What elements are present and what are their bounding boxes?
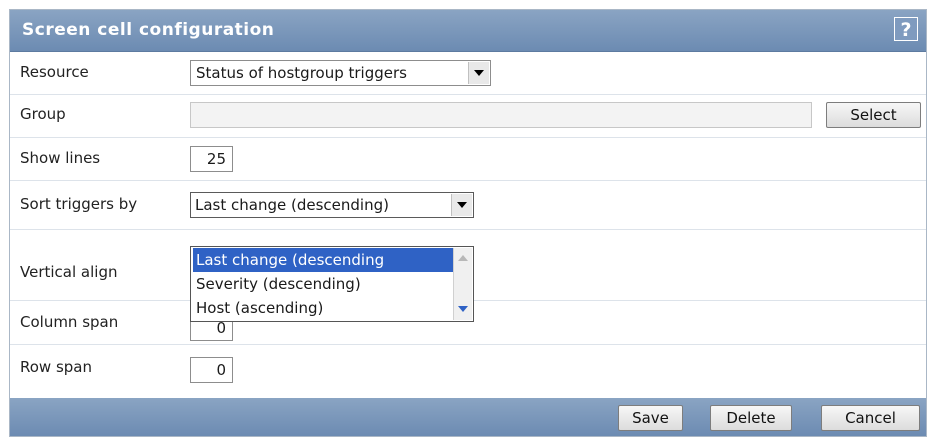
group-field[interactable] <box>190 102 812 128</box>
row-span-label: Row span <box>20 358 92 376</box>
resource-label: Resource <box>20 63 89 81</box>
group-row: Group Select <box>10 95 926 137</box>
group-select-button[interactable]: Select <box>826 102 921 128</box>
sort-triggers-select[interactable]: Last change (descending) <box>190 192 474 218</box>
vertical-align-label: Vertical align <box>20 263 118 281</box>
row-span-value: 0 <box>216 361 226 379</box>
show-lines-label: Show lines <box>20 149 101 167</box>
resource-select[interactable]: Status of hostgroup triggers <box>190 60 491 86</box>
screen-cell-config-dialog: Screen cell configuration ? Resource Sta… <box>9 9 927 437</box>
row-span-input[interactable]: 0 <box>190 357 233 383</box>
resource-row: Resource Status of hostgroup triggers <box>10 52 926 94</box>
dropdown-option-severity[interactable]: Severity (descending) <box>193 272 453 296</box>
column-span-label: Column span <box>20 313 119 331</box>
show-lines-input[interactable]: 25 <box>190 146 233 172</box>
show-lines-value: 25 <box>206 150 226 168</box>
dropdown-scrollbar[interactable] <box>453 248 472 320</box>
save-button[interactable]: Save <box>618 405 683 431</box>
group-label: Group <box>20 105 66 123</box>
chevron-down-icon[interactable] <box>451 194 472 216</box>
row-span-row: Row span 0 <box>10 345 926 397</box>
scroll-up-icon[interactable] <box>458 255 468 261</box>
show-lines-row: Show lines 25 <box>10 138 926 180</box>
help-icon[interactable]: ? <box>894 17 918 41</box>
chevron-down-icon[interactable] <box>468 62 489 84</box>
scroll-down-icon[interactable] <box>458 306 468 312</box>
resource-value: Status of hostgroup triggers <box>196 64 407 82</box>
sort-triggers-label: Sort triggers by <box>20 195 138 213</box>
sort-triggers-value: Last change (descending) <box>195 196 389 214</box>
sort-triggers-dropdown-list[interactable]: Last change (descending Severity (descen… <box>190 246 474 322</box>
sort-triggers-row: Sort triggers by Last change (descending… <box>10 181 926 229</box>
dialog-title: Screen cell configuration <box>22 20 275 40</box>
dropdown-option-last-change[interactable]: Last change (descending <box>193 248 453 272</box>
dropdown-option-host[interactable]: Host (ascending) <box>193 296 453 320</box>
dialog-header: Screen cell configuration ? <box>10 10 926 52</box>
cancel-button[interactable]: Cancel <box>821 405 920 431</box>
dialog-footer: Save Delete Cancel <box>10 398 926 436</box>
delete-button[interactable]: Delete <box>710 405 792 431</box>
